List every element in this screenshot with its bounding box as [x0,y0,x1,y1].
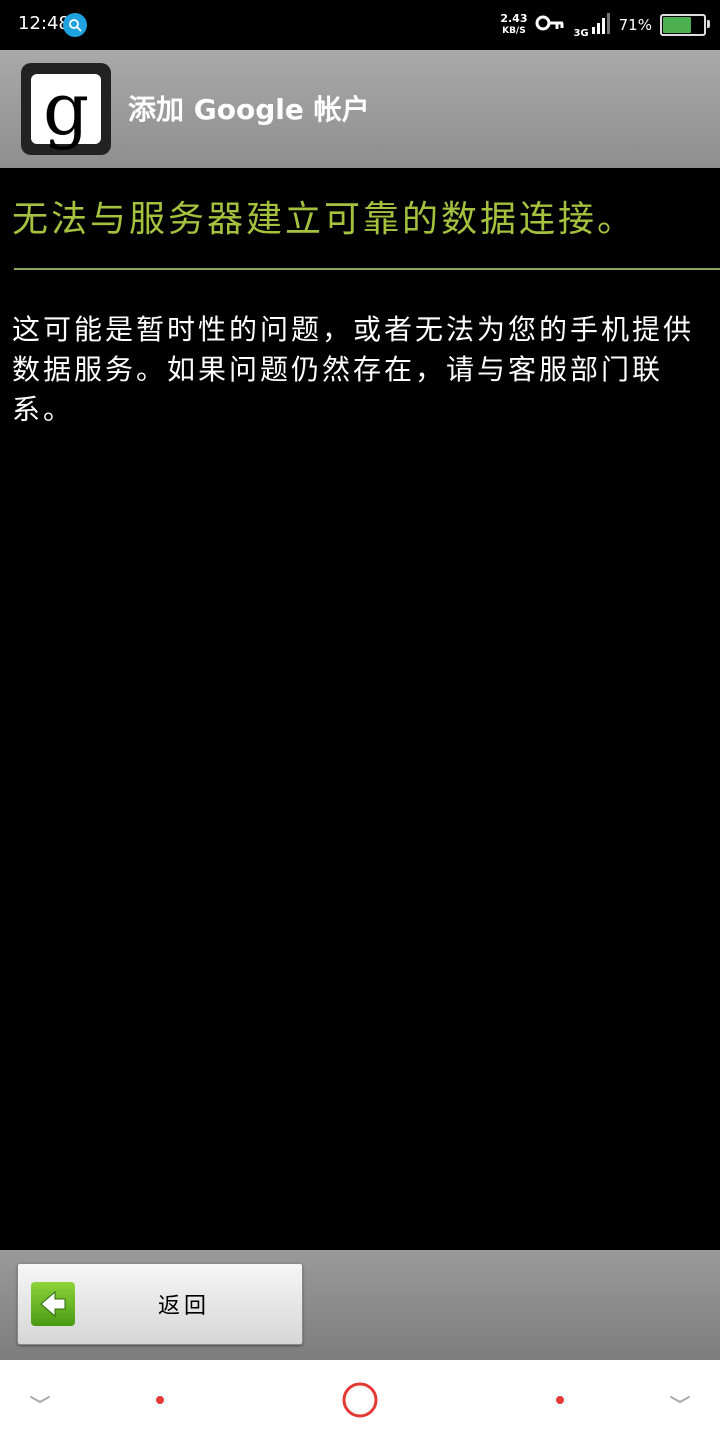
title-bar: g 添加 Google 帐户 [0,50,720,168]
status-bar: 12:48 2.43 KB/S 3G 71% [0,0,720,50]
battery-icon [660,14,710,36]
back-button-label: 返回 [158,1294,211,1319]
error-message: 这可能是暂时性的问题，或者无法为您的手机提供数据服务。如果问题仍然存在，请与客服… [12,313,695,426]
signal-icon [591,11,611,39]
nav-chevron-right-icon[interactable] [660,1360,700,1440]
nav-menu-dot-icon[interactable] [140,1360,180,1440]
back-arrow-icon [31,1282,75,1326]
error-title: 无法与服务器建立可靠的数据连接。 [12,199,637,240]
network-speed: 2.43 KB/S [500,13,527,37]
network-type: 3G [573,28,589,39]
signal-indicator: 3G [573,11,610,39]
divider [14,268,720,270]
nav-chevron-left-icon[interactable] [20,1360,60,1440]
network-speed-unit: KB/S [502,26,526,36]
system-nav-bar [0,1360,720,1440]
battery-percent: 71% [618,16,652,34]
status-indicators: 2.43 KB/S 3G 71% [500,10,710,40]
nav-home-icon[interactable] [330,1360,390,1440]
google-logo-icon: g [21,63,111,155]
network-speed-value: 2.43 [500,12,528,25]
search-icon [63,13,87,37]
back-button[interactable]: 返回 [17,1263,303,1345]
vpn-key-icon [535,14,565,36]
button-bar: 返回 [0,1250,720,1360]
page-title: 添加 Google 帐户 [128,93,370,126]
nav-back-dot-icon[interactable] [540,1360,580,1440]
battery-level [663,17,692,33]
